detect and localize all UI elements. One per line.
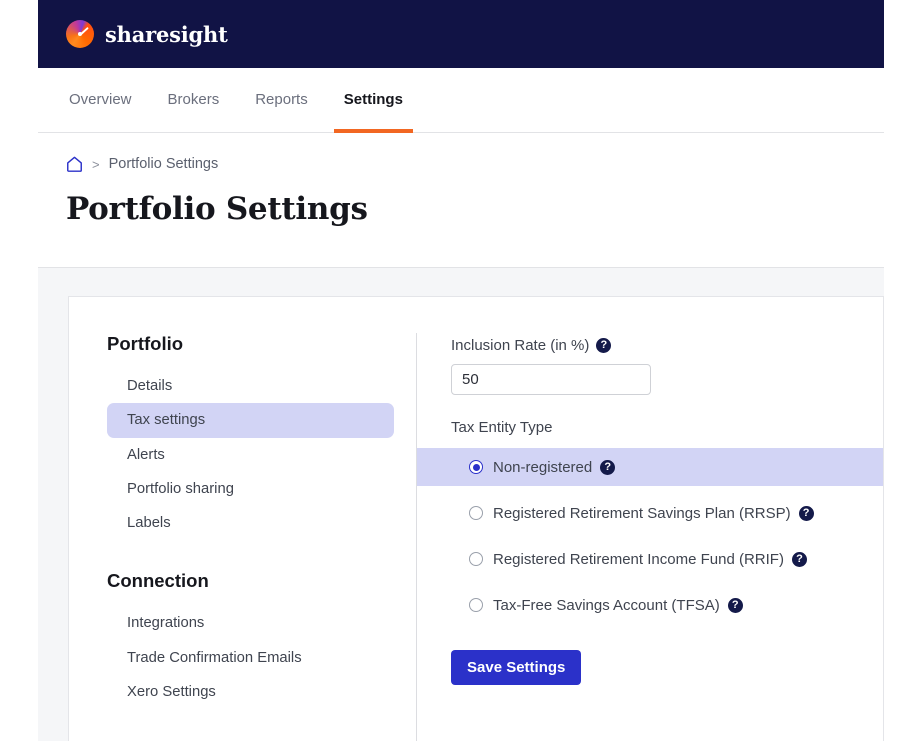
brand-name: sharesight bbox=[105, 21, 228, 47]
save-settings-button[interactable]: Save Settings bbox=[451, 650, 582, 685]
radio-text-tfsa: Tax-Free Savings Account (TFSA) bbox=[493, 596, 720, 614]
radio-text-rrif: Registered Retirement Income Fund (RRIF) bbox=[493, 550, 784, 568]
sidebar-group-connection: Connection Integrations Trade Confirmati… bbox=[107, 570, 416, 709]
settings-card: Portfolio Details Tax settings Alerts Po… bbox=[68, 296, 884, 741]
content-column: sharesight Overview Brokers Reports Sett… bbox=[38, 0, 884, 741]
help-circle-icon[interactable]: ? bbox=[791, 551, 807, 567]
inclusion-rate-label-text: Inclusion Rate (in %) bbox=[451, 337, 590, 354]
settings-sidebar: Portfolio Details Tax settings Alerts Po… bbox=[69, 333, 417, 741]
sidebar-group-portfolio: Portfolio Details Tax settings Alerts Po… bbox=[107, 333, 416, 540]
home-icon[interactable] bbox=[66, 156, 83, 172]
brand-logo[interactable]: sharesight bbox=[66, 20, 228, 48]
main-nav-tabs: Overview Brokers Reports Settings bbox=[38, 68, 884, 133]
sidebar-item-alerts[interactable]: Alerts bbox=[107, 438, 394, 472]
radio-option-tfsa[interactable]: Tax-Free Savings Account (TFSA) ? bbox=[417, 586, 883, 624]
inclusion-rate-label: Inclusion Rate (in %) ? bbox=[451, 337, 883, 354]
breadcrumb-separator: > bbox=[92, 156, 100, 172]
radio-label-rrsp: Registered Retirement Savings Plan (RRSP… bbox=[493, 505, 814, 522]
sidebar-item-tax-settings[interactable]: Tax settings bbox=[107, 403, 394, 438]
tab-reports[interactable]: Reports bbox=[252, 68, 311, 133]
radio-text-rrsp: Registered Retirement Savings Plan (RRSP… bbox=[493, 504, 791, 522]
page-title: Portfolio Settings bbox=[66, 191, 368, 227]
sidebar-item-trade-confirmation-emails[interactable]: Trade Confirmation Emails bbox=[107, 641, 394, 675]
brand-header: sharesight bbox=[38, 0, 884, 68]
radio-label-non-registered: Non-registered ? bbox=[493, 458, 616, 476]
sidebar-item-integrations[interactable]: Integrations bbox=[107, 606, 394, 640]
breadcrumb-current[interactable]: Portfolio Settings bbox=[109, 156, 219, 172]
radio-label-tfsa: Tax-Free Savings Account (TFSA) ? bbox=[493, 597, 743, 614]
help-circle-icon[interactable]: ? bbox=[727, 597, 743, 613]
radio-text-non-registered: Non-registered bbox=[493, 458, 593, 476]
tax-settings-form: Inclusion Rate (in %) ? Tax Entity Type … bbox=[417, 333, 883, 741]
sidebar-item-portfolio-sharing[interactable]: Portfolio sharing bbox=[107, 472, 394, 506]
breadcrumb: > Portfolio Settings bbox=[38, 133, 884, 172]
tab-settings[interactable]: Settings bbox=[333, 68, 414, 133]
tab-overview[interactable]: Overview bbox=[66, 68, 135, 133]
sidebar-item-xero-settings[interactable]: Xero Settings bbox=[107, 675, 394, 709]
radio-dot-icon bbox=[469, 506, 483, 520]
help-circle-icon[interactable]: ? bbox=[798, 505, 814, 521]
sidebar-item-details[interactable]: Details bbox=[107, 369, 394, 403]
sidebar-item-labels[interactable]: Labels bbox=[107, 506, 394, 540]
tax-entity-type-label: Tax Entity Type bbox=[451, 419, 553, 436]
radio-dot-selected-icon bbox=[469, 460, 483, 474]
settings-region: Portfolio Details Tax settings Alerts Po… bbox=[38, 267, 884, 741]
radio-dot-icon bbox=[469, 598, 483, 612]
help-circle-icon[interactable]: ? bbox=[600, 459, 616, 475]
radio-label-rrif: Registered Retirement Income Fund (RRIF)… bbox=[493, 551, 807, 568]
radio-option-non-registered[interactable]: Non-registered ? bbox=[417, 448, 883, 486]
tax-entity-type-radio-group: Non-registered ? Registered Retirement S… bbox=[417, 448, 883, 624]
radio-option-rrif[interactable]: Registered Retirement Income Fund (RRIF)… bbox=[417, 540, 883, 578]
tab-brokers[interactable]: Brokers bbox=[165, 68, 223, 133]
inclusion-rate-input[interactable] bbox=[451, 364, 651, 395]
help-circle-icon[interactable]: ? bbox=[596, 338, 612, 353]
radio-option-rrsp[interactable]: Registered Retirement Savings Plan (RRSP… bbox=[417, 494, 883, 532]
radio-dot-icon bbox=[469, 552, 483, 566]
app-root: sharesight Overview Brokers Reports Sett… bbox=[0, 0, 917, 741]
sharesight-pie-logo-icon bbox=[66, 20, 94, 48]
sidebar-group-title-portfolio: Portfolio bbox=[107, 333, 184, 354]
sidebar-group-title-connection: Connection bbox=[107, 570, 209, 592]
